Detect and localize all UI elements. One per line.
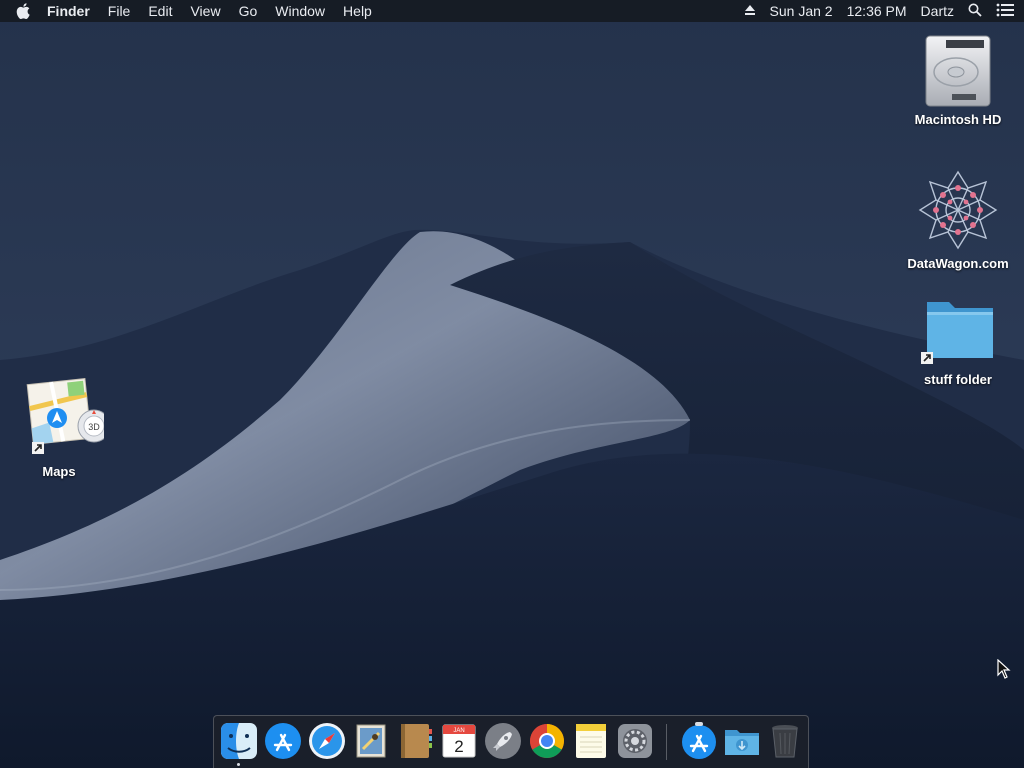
launchpad-icon [485,723,521,759]
menu-user[interactable]: Dartz [921,0,954,22]
maps-3d-badge-icon: 3D [77,409,104,443]
dock-app-mail[interactable] [351,721,391,761]
dock-app-trash[interactable] [765,721,805,761]
downloads-folder-icon [725,730,759,755]
dock-app-safari[interactable] [307,721,347,761]
calendar-icon: JAN 2 [442,724,476,758]
alias-arrow-icon [921,352,933,364]
dock-app-downloads[interactable] [722,721,762,761]
desktop-icon-macintosh-hd[interactable]: Macintosh HD [898,32,1018,127]
trash-icon [772,725,798,758]
chrome-icon [530,724,564,758]
running-indicator [237,763,240,766]
desktop-icon-label: Maps [42,464,76,479]
menu-time[interactable]: 12:36 PM [847,0,907,22]
menu-edit[interactable]: Edit [139,0,181,22]
desktop-icon-maps[interactable]: 3D Maps [0,376,119,479]
desktop-icon-stuff-folder[interactable]: stuff folder [898,292,1018,387]
apple-logo-icon[interactable] [8,3,38,19]
alias-arrow-icon [32,442,44,454]
folder-alias-icon [921,302,993,364]
dock-app-app-store[interactable] [263,721,303,761]
system-preferences-icon [618,724,652,758]
menu-bar: Finder File Edit View Go Window Help Sun… [0,0,1024,22]
dock-app-notes[interactable] [571,721,611,761]
mouse-cursor-icon [997,659,1011,679]
hard-drive-icon [925,35,991,107]
maps-alias-icon: 3D [26,378,104,454]
dock-app-launchpad[interactable] [483,721,523,761]
eject-icon[interactable] [744,3,756,19]
dock-separator [666,724,667,760]
app-store-icon [265,723,301,759]
menu-view[interactable]: View [181,0,229,22]
notification-center-icon[interactable] [996,3,1014,20]
dock-app-chrome[interactable] [527,721,567,761]
maps-3d-badge-label: 3D [88,422,100,432]
desktop-icon-datawagon[interactable]: DataWagon.com [898,168,1018,271]
desktop-icon-label: stuff folder [924,372,992,387]
menu-file[interactable]: File [99,0,140,22]
mail-icon [356,724,386,758]
desktop-wallpaper [0,0,1024,768]
menu-date[interactable]: Sun Jan 2 [770,0,833,22]
menu-app-finder[interactable]: Finder [38,0,99,22]
dock-app-app-store-download[interactable] [679,721,719,761]
spotlight-search-icon[interactable] [968,3,982,20]
desktop-icon-label: DataWagon.com [907,256,1009,271]
calendar-day: 2 [454,737,463,756]
datawagon-logo-icon [918,170,998,250]
dock-app-calendar[interactable]: JAN 2 [439,721,479,761]
dock-app-system-preferences[interactable] [615,721,655,761]
dock-app-contacts[interactable] [395,721,435,761]
contacts-icon [401,724,432,758]
desktop-icon-label: Macintosh HD [914,112,1002,127]
menu-window[interactable]: Window [266,0,334,22]
dock: JAN 2 [213,715,809,768]
menu-help[interactable]: Help [334,0,381,22]
dock-app-finder[interactable] [219,721,259,761]
safari-icon [309,723,345,759]
finder-icon [221,723,257,759]
notes-icon [576,724,606,758]
app-store-icon [682,722,716,759]
calendar-month: JAN [453,728,464,734]
menu-go[interactable]: Go [230,0,267,22]
